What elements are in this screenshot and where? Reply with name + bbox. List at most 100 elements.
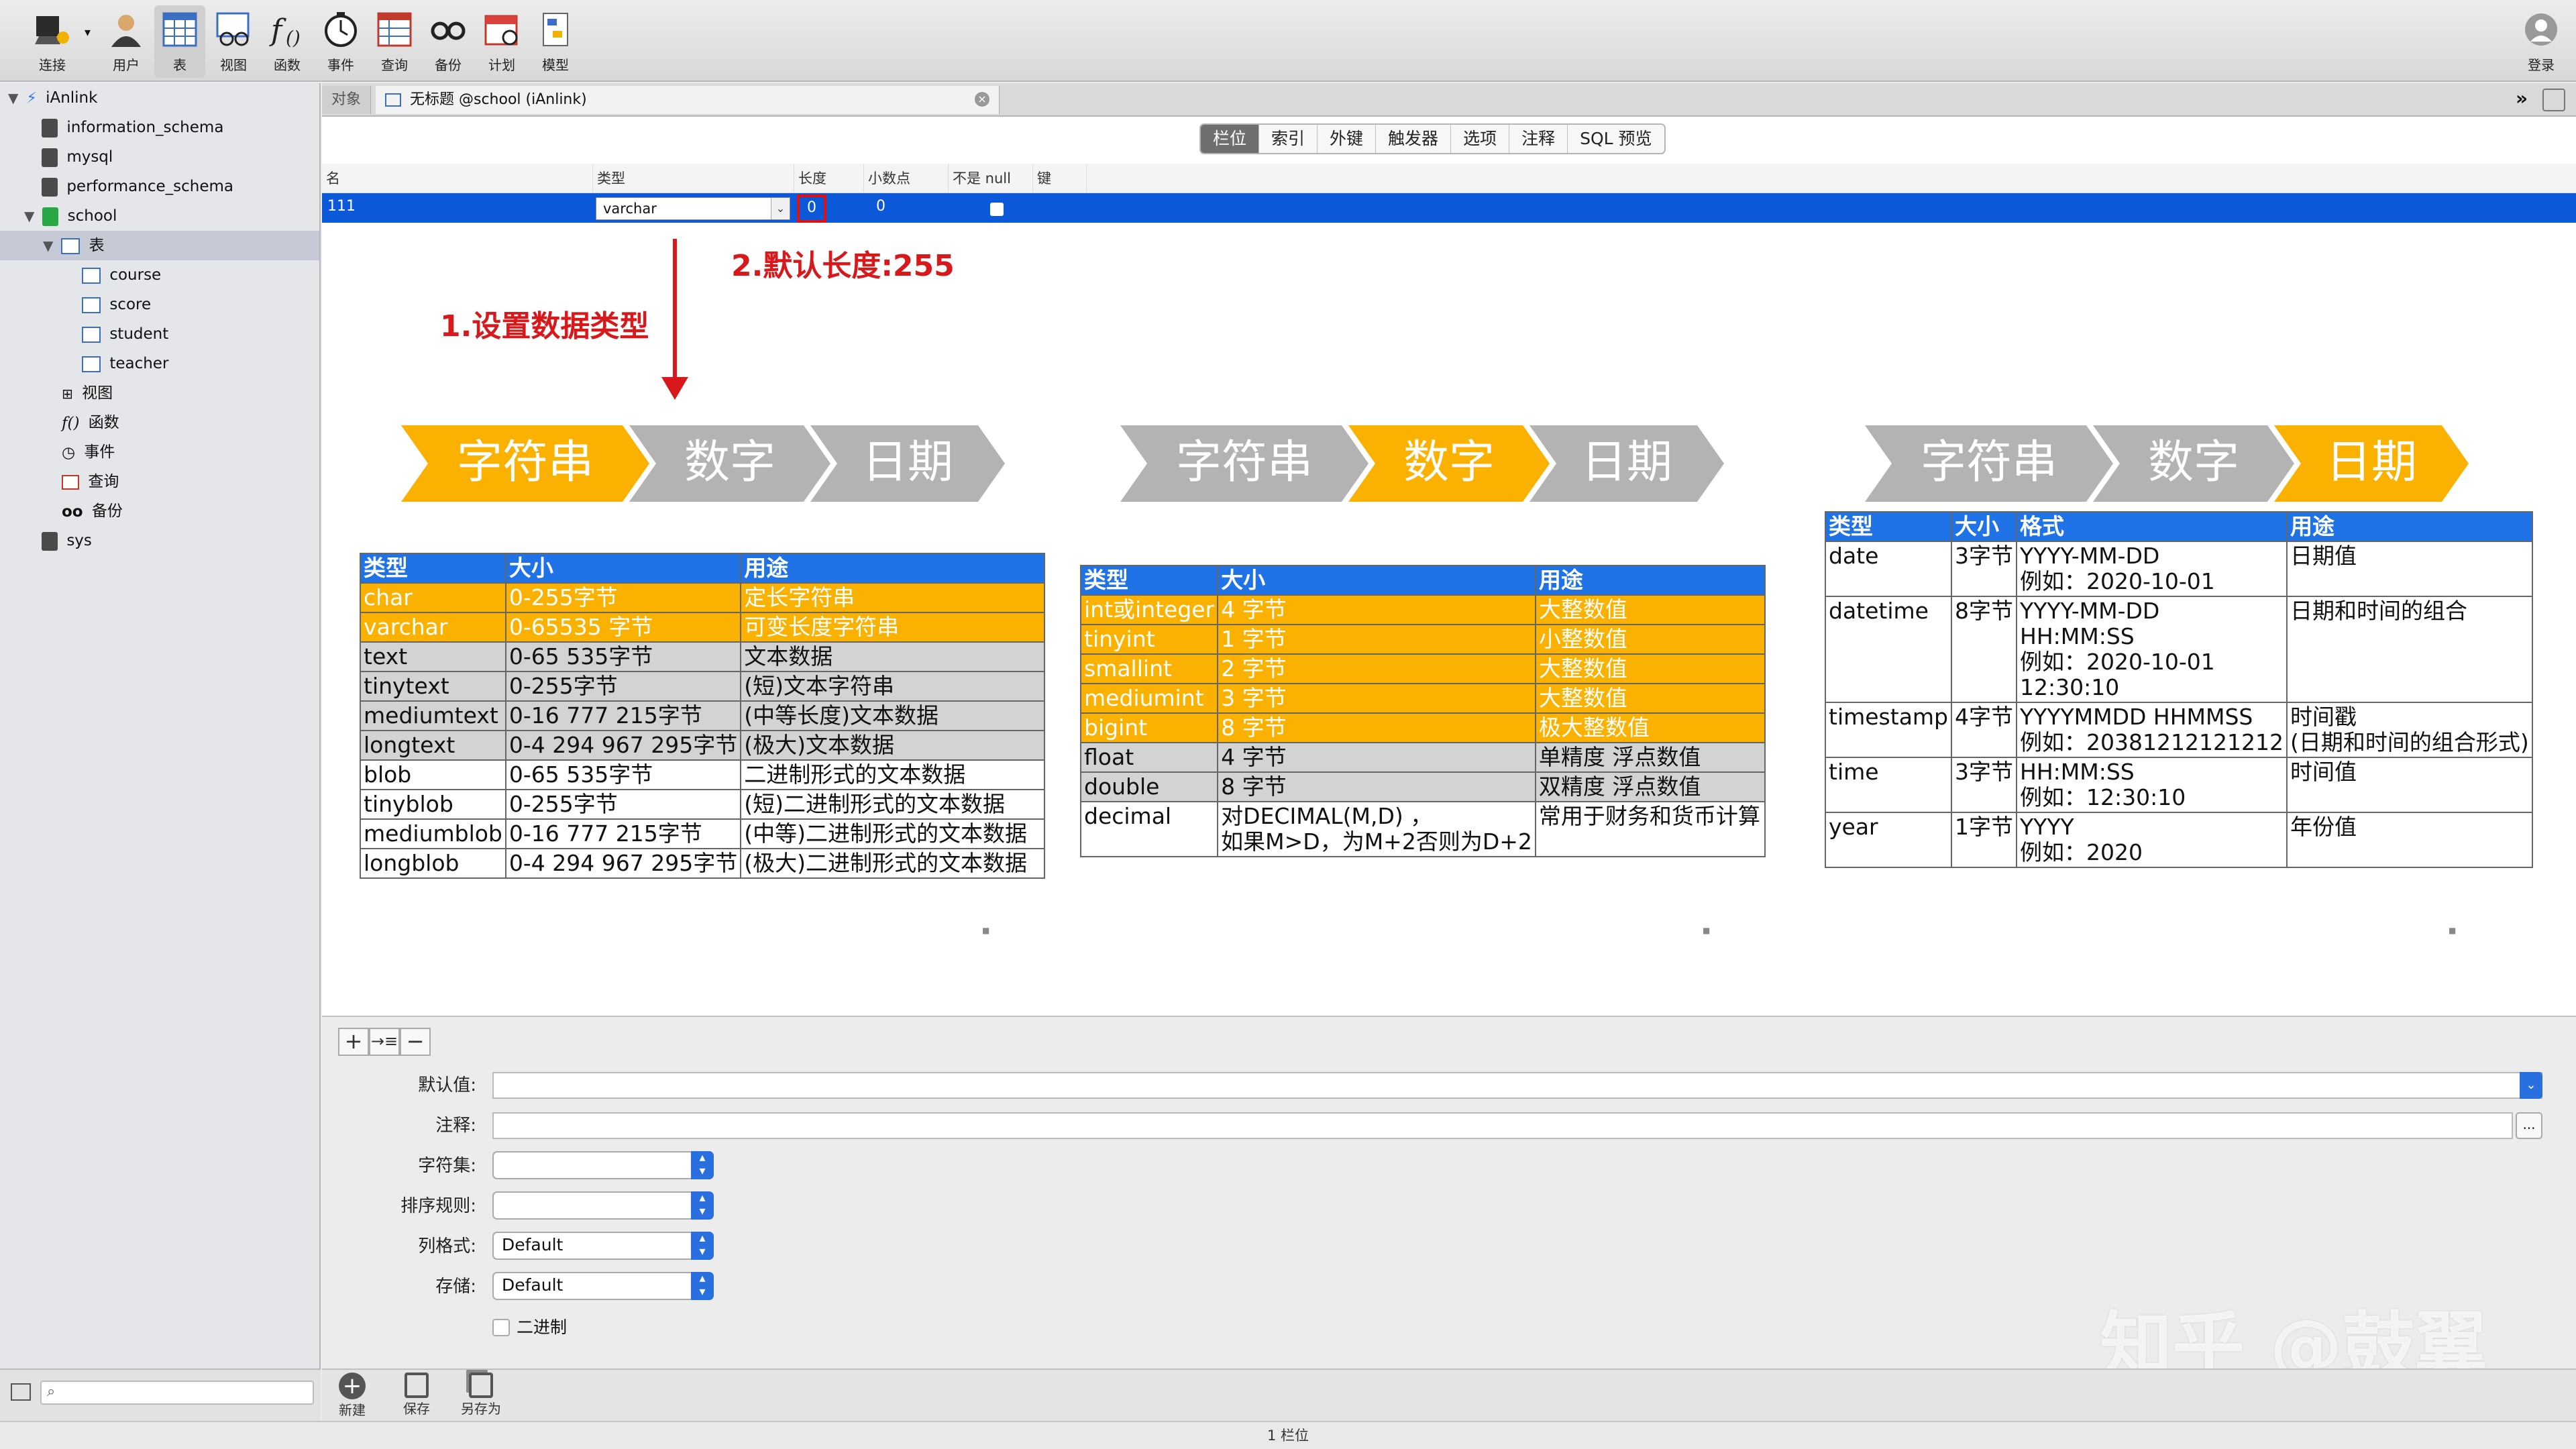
database-icon (42, 177, 58, 197)
add-field-button[interactable]: + (338, 1028, 369, 1056)
stepper-arrows-icon: ▴ ▾ (691, 1232, 714, 1260)
chevron-down-icon[interactable]: ⌄ (2520, 1072, 2542, 1099)
table-cell: 0-4 294 967 295字节 (504, 848, 742, 879)
column-header-decimals[interactable]: 小数点 (864, 164, 949, 193)
login-avatar-icon (2525, 13, 2557, 46)
sidebar-item-backups[interactable]: oo 备份 (62, 496, 123, 526)
sidebar-item-functions[interactable]: f() 函数 (62, 408, 119, 437)
sidebar-item-tables[interactable]: ▼ 表 (0, 231, 319, 260)
table-row: double 8 字节 双精度 浮点数值 (1079, 771, 1766, 802)
page-dot: ■ (2449, 926, 2457, 935)
table-item-teacher[interactable]: teacher (82, 349, 168, 378)
chevron-down-icon[interactable]: ⌄ (771, 198, 790, 219)
toolbar-user-button[interactable]: 用户 (101, 5, 152, 78)
column-header-name[interactable]: 名 (322, 164, 593, 193)
field-name-cell[interactable]: 111 (327, 193, 356, 220)
close-tab-icon[interactable]: × (975, 92, 989, 107)
main-toolbar: 连接 ▾ 用户 表 视图 f() 函数 事件 查询 备份 计划 模型 登录 (0, 0, 2576, 82)
tab-indexes[interactable]: 索引 (1259, 125, 1318, 153)
table-row: timestamp 4字节 YYYYMMDD HHMMSS 例如：203812121… (1824, 702, 2533, 758)
database-item-school[interactable]: ▼ school (24, 201, 117, 231)
toolbar-view-button[interactable]: 视图 (208, 5, 259, 78)
toolbar-backup-button[interactable]: 备份 (423, 5, 474, 78)
toolbar-event-button[interactable]: 事件 (315, 5, 366, 78)
connection-item[interactable]: ▼ ⚡ iAnlink (8, 83, 97, 113)
tab-objects[interactable]: 对象 (322, 86, 372, 114)
tab-bar: 对象 无标题 @school (iAnlink) × » (322, 83, 2576, 117)
table-cell: 大整数值 (1534, 594, 1766, 625)
sidebar-search-input[interactable]: ⌕ (40, 1381, 314, 1405)
comment-more-button[interactable]: ... (2516, 1112, 2542, 1139)
column-format-select[interactable]: Default ▴ ▾ (492, 1232, 714, 1260)
connection-icon: ⚡ (26, 89, 37, 107)
table-item-score[interactable]: score (82, 290, 151, 319)
database-item-information-schema[interactable]: information_schema (42, 113, 223, 142)
binary-checkbox[interactable] (492, 1319, 510, 1336)
default-value-label: 默认值: (418, 1075, 476, 1095)
collation-select[interactable]: ▴ ▾ (492, 1191, 714, 1220)
tab-comment[interactable]: 注释 (1509, 125, 1568, 153)
table-cell: 0-65 535字节 (504, 759, 742, 790)
connect-dropdown-arrow[interactable]: ▾ (80, 5, 101, 78)
column-header-type[interactable]: 类型 (593, 164, 794, 193)
toolbar-schedule-button[interactable]: 计划 (476, 5, 527, 78)
annotation-arrow-shaft (673, 239, 677, 380)
field-decimals-cell[interactable]: 0 (876, 193, 885, 220)
table-cell: timestamp (1824, 702, 1953, 758)
tab-options[interactable]: 选项 (1451, 125, 1510, 153)
sidebar-item-views[interactable]: ⊞ 视图 (62, 378, 113, 408)
sidebar-item-queries[interactable]: 查询 (62, 467, 119, 496)
default-value-input[interactable]: ⌄ (492, 1072, 2542, 1099)
tab-untitled-table[interactable]: 无标题 @school (iAnlink) × (376, 86, 1000, 114)
table-item-student[interactable]: student (82, 319, 168, 349)
comment-input[interactable] (492, 1112, 2513, 1139)
field-length-cell[interactable]: 0 (797, 195, 826, 223)
field-row-selected[interactable]: 111 varchar ⌄ 0 0 (322, 193, 2576, 223)
table-cell: mediumblob (360, 818, 506, 849)
table-cell: 小整数值 (1534, 624, 1766, 655)
insert-field-button[interactable]: →≡ (369, 1028, 400, 1056)
overflow-chevron-icon[interactable]: » (2516, 87, 2528, 109)
not-null-checkbox[interactable] (990, 203, 1004, 216)
database-item-performance-schema[interactable]: performance_schema (42, 172, 233, 201)
annotation-arrow-head (661, 377, 688, 400)
table-cell: (极大)文本数据 (740, 730, 1045, 761)
toolbar-connect-button[interactable]: 连接 (27, 5, 78, 78)
tab-fields[interactable]: 栏位 (1201, 125, 1260, 153)
tab-sql-preview[interactable]: SQL 预览 (1568, 125, 1664, 153)
expand-triangle-icon[interactable]: ▼ (24, 201, 38, 231)
object-info-icon[interactable] (2542, 89, 2565, 111)
save-as-button[interactable]: 另存为 (451, 1373, 511, 1417)
toggle-sidebar-icon[interactable] (11, 1383, 31, 1401)
tab-foreign-keys[interactable]: 外键 (1318, 125, 1377, 153)
tab-triggers[interactable]: 触发器 (1376, 125, 1452, 153)
save-button[interactable]: 保存 (386, 1373, 447, 1417)
toolbar-query-button[interactable]: 查询 (369, 5, 420, 78)
column-header-key[interactable]: 键 (1033, 164, 1087, 193)
sidebar-item-events[interactable]: ◷ 事件 (62, 437, 115, 467)
collation-label: 排序规则: (400, 1196, 476, 1216)
expand-triangle-icon[interactable]: ▼ (8, 83, 21, 113)
column-header-length[interactable]: 长度 (794, 164, 864, 193)
table-row: datetime 8字节 YYYY-MM-DD HH:MM:SS 例如：2020-1… (1824, 596, 2533, 703)
column-header-not-null[interactable]: 不是 null (949, 164, 1033, 193)
new-button[interactable]: + 新建 (322, 1373, 382, 1419)
toolbar-function-button[interactable]: f() 函数 (262, 5, 313, 78)
field-type-select[interactable]: varchar ⌄ (596, 197, 790, 220)
table-cell: (中等长度)文本数据 (740, 700, 1045, 731)
table-cell: double (1079, 771, 1219, 802)
charset-select[interactable]: ▴ ▾ (492, 1151, 714, 1179)
table-row: mediumtext 0-16 777 215字节 (中等长度)文本数据 (360, 700, 1045, 731)
column-format-label: 列格式: (418, 1236, 476, 1256)
table-item-course[interactable]: course (82, 260, 161, 290)
database-item-mysql[interactable]: mysql (42, 142, 113, 172)
header-cell: 类型 (360, 553, 506, 584)
table-header-row: 类型 大小 格式 用途 (1824, 511, 2533, 542)
expand-triangle-icon[interactable]: ▼ (43, 231, 56, 260)
toolbar-model-button[interactable]: 模型 (530, 5, 581, 78)
storage-select[interactable]: Default ▴ ▾ (492, 1272, 714, 1300)
delete-field-button[interactable]: − (400, 1028, 431, 1056)
database-item-sys[interactable]: sys (42, 526, 92, 555)
toolbar-login-button[interactable]: 登录 (2516, 5, 2567, 78)
toolbar-table-button[interactable]: 表 (154, 5, 205, 78)
